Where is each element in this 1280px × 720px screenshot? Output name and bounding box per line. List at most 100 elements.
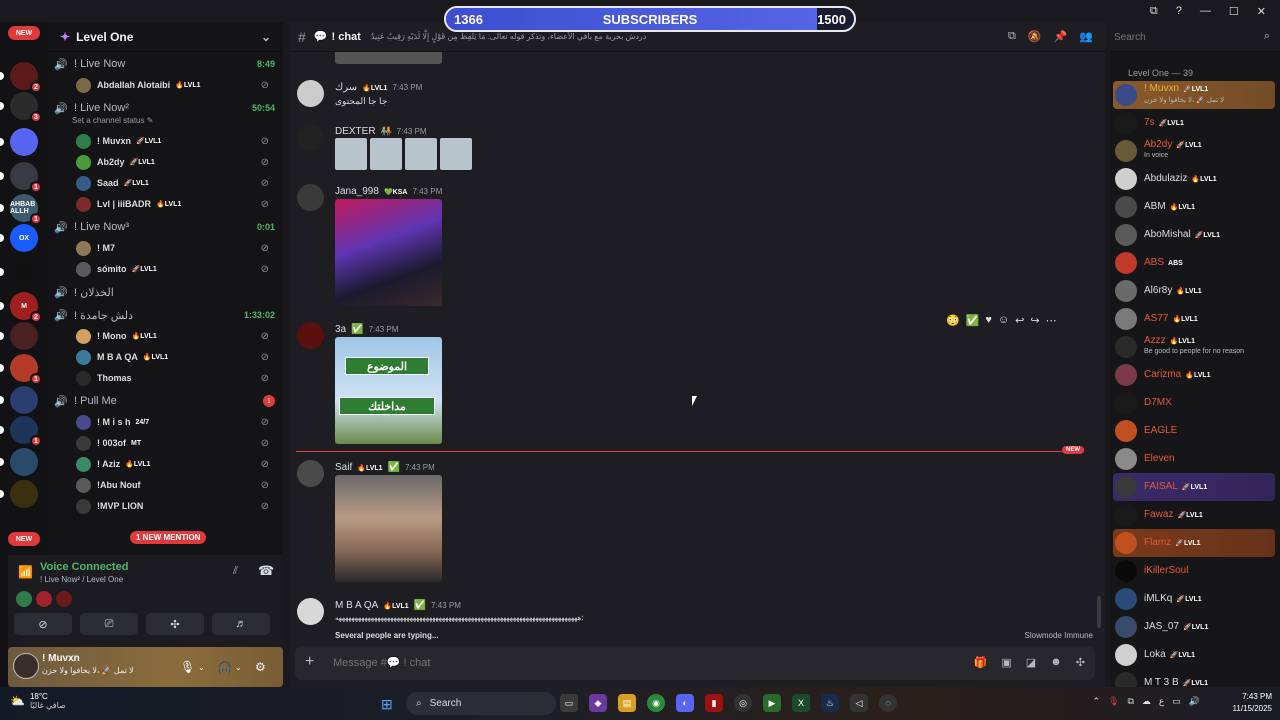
message-input[interactable] [333,653,933,673]
member-item[interactable]: iKillerSoul [1113,557,1275,585]
gif-icon[interactable]: ▣ [1001,656,1011,669]
server-icon[interactable]: 3 [10,92,42,123]
voice-user[interactable]: Abdallah Alotaibi 🔥LVL1 ⊘ [76,75,281,95]
server-icon[interactable]: AHBAB ALLH 1 [10,194,42,225]
minimize-icon[interactable]: — [1200,5,1211,17]
channel-status[interactable]: Set a channel status ✎ [72,113,281,127]
server-icon[interactable] [10,448,38,476]
inbox-icon[interactable]: ⧉ [1150,5,1158,18]
close-icon[interactable]: ✕ [1257,5,1266,18]
sticker-image[interactable] [335,138,367,170]
member-item[interactable]: Flamz 🚀LVL1 [1113,529,1275,557]
server-icon[interactable]: 1 [10,162,42,193]
server-icon[interactable]: OX [10,224,38,252]
disconnect-icon[interactable]: ☎ [258,563,274,579]
voice-connected-channel[interactable]: ! Live Now² / Level One [40,575,123,584]
chevron-down-icon[interactable]: ⌄ [235,663,242,672]
member-item[interactable]: EAGLE [1113,417,1275,445]
obs-icon[interactable]: ◎ [734,694,752,712]
voice-user[interactable]: Ab2dy 🚀LVL1 ⊘ [76,152,281,172]
member-list-icon[interactable]: 👥 [1079,30,1093,43]
sticker-icon[interactable]: ◪ [1026,656,1036,669]
heart-icon[interactable]: ♥ [985,314,992,326]
apps-icon[interactable]: ✣ [1076,656,1085,669]
voice-user[interactable]: ! M i s h 24/7 ⊘ [76,412,281,432]
message-author[interactable]: Jana_998 [335,186,379,197]
search-box[interactable]: ⌕ [1110,22,1280,52]
server-icon[interactable] [10,258,38,286]
server-header[interactable]: ✦ Level One ⌄ [48,22,283,52]
avatar[interactable] [297,322,324,349]
voice-user[interactable]: ! 003of MT ⊘ [76,433,281,453]
app-icon[interactable]: ▮ [705,694,723,712]
member-item[interactable]: Loka 🚀LVL1 [1113,641,1275,669]
add-attachment-icon[interactable]: + [305,653,314,671]
taskbar-search[interactable]: ⌕ Search [406,692,556,715]
avatar[interactable] [13,653,39,679]
member-item[interactable]: Eleven [1113,445,1275,473]
forward-icon[interactable]: ↪ [1030,314,1039,327]
member-item[interactable]: ABM 🔥LVL1 [1113,193,1275,221]
help-icon[interactable]: ? [1176,5,1182,17]
new-servers-tag[interactable]: NEW [8,26,40,40]
windows-start-icon[interactable]: ⊞ [381,696,393,713]
gear-icon[interactable]: ⚙ [255,660,266,674]
voice-user[interactable]: ! M7 ⊘ [76,238,281,258]
member-item[interactable]: ABS ABS [1113,249,1275,277]
new-mention-pill[interactable]: 1 NEW MENTION [130,531,207,544]
server-icon[interactable]: 1 [10,416,42,447]
member-item[interactable]: AS77 🔥LVL1 [1113,305,1275,333]
member-item[interactable]: JAS_07 🚀LVL1 [1113,613,1275,641]
more-options-icon[interactable]: ⋯ [1046,314,1057,327]
sticker-image[interactable] [405,138,437,170]
message-author[interactable]: سرك [335,82,357,93]
message-author[interactable]: 3a [335,324,346,335]
emoji-reaction-icon[interactable]: ✅ [966,314,980,327]
steam-icon[interactable]: ♨ [821,694,839,712]
avatar[interactable] [297,598,324,625]
app-icon[interactable]: ◌ [879,694,897,712]
voice-channel[interactable]: 🔊 ! دلش جامدة 1:33:02 [48,305,283,325]
chevron-up-icon[interactable]: ⌃ [1092,696,1100,707]
avatar[interactable] [297,184,324,211]
avatar[interactable] [297,80,324,107]
voice-channel[interactable]: 🔊 ! Live Now 8:49 [48,54,283,74]
message-author[interactable]: Saif [335,462,352,473]
chat-scrollbar[interactable] [1097,596,1101,628]
volume-icon[interactable]: 🔊 [1189,696,1200,707]
voice-user[interactable]: !MVP LION ⊘ [76,496,281,516]
attached-image[interactable] [335,475,442,582]
task-view-icon[interactable]: ▭ [560,694,578,712]
headphones-icon[interactable]: 🎧 [217,660,232,674]
voice-user[interactable]: Saad 🚀LVL1 ⊘ [76,173,281,193]
add-reaction-icon[interactable]: ☺ [998,314,1009,326]
emoji-icon[interactable]: ☻ [1050,656,1062,669]
tray-app-icon[interactable]: ⧉ [1127,696,1133,707]
voice-channel[interactable]: 🔊 ! الخذلان [48,282,283,302]
server-icon[interactable]: 2 [10,62,42,93]
avatar[interactable] [297,124,324,151]
network-icon[interactable]: ▭ [1172,696,1181,707]
member-item[interactable]: Fawaz 🚀LVL1 [1113,501,1275,529]
server-icon[interactable] [10,322,38,350]
member-item[interactable]: Azzz 🔥LVL1 Be good to people for no reason [1113,333,1275,361]
message-author[interactable]: DEXTER [335,126,376,137]
file-explorer-icon[interactable]: ▤ [618,694,636,712]
new-servers-tag[interactable]: NEW [8,532,40,546]
taskbar-clock[interactable]: 7:43 PM 11/15/2025 [1233,691,1272,715]
threads-icon[interactable]: ⧉ [1008,30,1016,43]
excel-icon[interactable]: X [792,694,810,712]
member-item[interactable]: Ab2dy 🚀LVL1 In voice [1113,137,1275,165]
member-item[interactable]: ! Muvxn 🚀LVL1 لا تمل 🚀 ،لا يخافوا ولا حزن [1113,81,1275,109]
server-icon[interactable] [10,128,38,156]
member-item[interactable]: iMLKq 🚀LVL1 [1113,585,1275,613]
copilot-icon[interactable]: ◆ [589,694,607,712]
app-icon[interactable]: ◁ [850,694,868,712]
reply-icon[interactable]: ↩ [1015,314,1024,327]
camera-off-button[interactable]: ⊘ [14,613,72,635]
user-panel[interactable]: ! Muvxn لا تمل 🚀 ،لا يخافوا ولا حزن 🎙 ⌄ … [8,647,283,687]
member-item[interactable]: Carizma 🔥LVL1 [1113,361,1275,389]
microphone-icon[interactable]: 🎙 [1108,696,1119,707]
server-icon[interactable]: 1 [10,354,42,385]
server-icon[interactable]: M2 [10,292,42,323]
